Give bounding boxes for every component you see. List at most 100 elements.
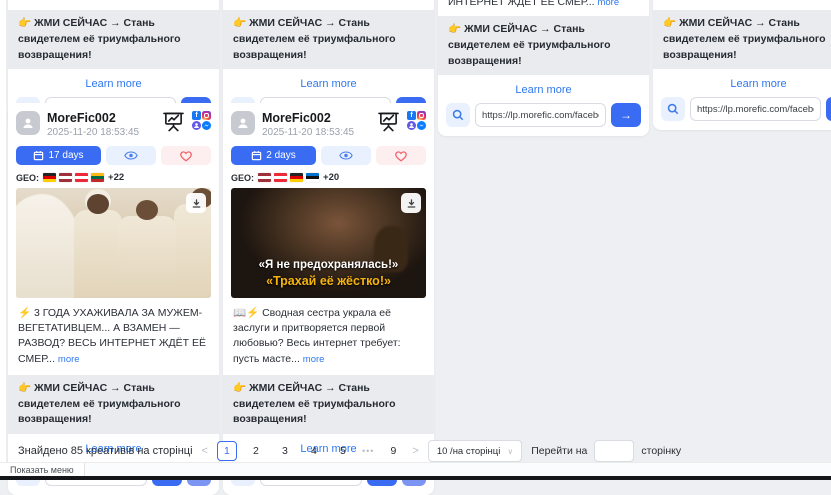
open-url-button[interactable]: → (826, 97, 831, 121)
more-link[interactable]: more (303, 354, 325, 365)
creative-card-partial: ИНТЕРНЕТ ЖДЁТ ЕЁ СМЕР... more 👉ЖМИ СЕЙЧА… (438, 0, 649, 136)
heart-icon (179, 150, 193, 162)
prev-page-button[interactable]: < (202, 445, 208, 457)
more-link[interactable]: more (58, 354, 80, 365)
url-row: → (438, 103, 649, 127)
views-button[interactable] (321, 146, 371, 165)
favorite-button[interactable] (161, 146, 211, 165)
card-header: MoreFic002 2025-11-20 18:53:45 f (223, 103, 434, 138)
chevron-down-icon: ∨ (507, 447, 513, 456)
geo-label: GEO: (231, 173, 254, 183)
page-number-1[interactable]: 1 (217, 441, 237, 461)
search-icon (667, 103, 679, 115)
geo-row: GEO: +22 (8, 172, 219, 183)
action-buttons: 17 days (8, 146, 219, 165)
search-button[interactable] (661, 97, 685, 121)
days-active-button[interactable]: 17 days (16, 146, 101, 165)
instagram-icon (417, 111, 426, 120)
url-input[interactable] (475, 103, 606, 127)
heart-icon (394, 150, 408, 162)
pointing-hand-icon: 👉 (448, 23, 461, 35)
collapsed-sidebar (0, 0, 6, 476)
figure-shape (118, 216, 176, 298)
show-menu-button[interactable]: Показать меню (0, 463, 85, 476)
geo-more-count[interactable]: +22 (108, 172, 124, 183)
advertiser-name[interactable]: MoreFic002 (47, 111, 162, 125)
ad-banner: 👉ЖМИ СЕЙЧАС → Стань свидетелем её триумф… (8, 375, 219, 434)
clipped-text: ИНТЕРНЕТ ЖДЁТ ЕЁ СМЕР... (448, 0, 595, 8)
arrow-right-icon: → (620, 108, 632, 122)
messenger-icon (417, 121, 426, 130)
figure-shape (74, 210, 122, 298)
days-label: 2 days (266, 150, 295, 161)
creative-image[interactable] (16, 188, 211, 298)
open-url-button[interactable]: → (611, 103, 641, 127)
ad-banner: 👉ЖМИ СЕЙЧАС → Стань свидетелем её триумф… (223, 375, 434, 434)
ad-body-text: 📖⚡ Сводная сестра украла её заслуги и пр… (223, 298, 434, 367)
figure-shape (174, 204, 211, 298)
action-buttons: 2 days (223, 146, 434, 165)
search-button[interactable] (446, 103, 470, 127)
avatar (16, 111, 40, 135)
creative-datetime: 2025-11-20 18:53:45 (47, 127, 162, 138)
advertiser-info: MoreFic002 2025-11-20 18:53:45 (262, 111, 377, 138)
audience-badge-icon (192, 121, 201, 130)
person-icon (21, 116, 35, 130)
page-number-5[interactable]: 5 (333, 441, 353, 461)
banner-text: ЖМИ СЕЙЧАС → Стань свидетелем её триумфа… (663, 17, 826, 61)
overlay-line-1: «Я не предохранялась!» (231, 258, 426, 274)
creative-datetime: 2025-11-20 18:53:45 (262, 127, 377, 138)
download-image-button[interactable] (186, 193, 206, 213)
page-number-4[interactable]: 4 (304, 441, 324, 461)
pointing-hand-icon: 👉 (18, 382, 31, 394)
page-number-3[interactable]: 3 (275, 441, 295, 461)
goto-page: Перейти на сторінку (531, 440, 681, 462)
page-number-9[interactable]: 9 (383, 441, 403, 461)
pointing-hand-icon: 👉 (663, 17, 676, 29)
goto-page-input[interactable] (594, 440, 634, 462)
next-page-button[interactable]: > (412, 445, 418, 457)
analytics-board-icon[interactable] (162, 111, 185, 132)
placement-icons: f (192, 111, 211, 130)
facebook-icon: f (192, 111, 201, 120)
ad-banner: 👉ЖМИ СЕЙЧАС → Стань свидетелем её триумф… (438, 16, 649, 75)
views-button[interactable] (106, 146, 156, 165)
avatar (231, 111, 255, 135)
page-size-value: 10 /на сторінці (437, 446, 501, 457)
banner-text: ЖМИ СЕЙЧАС → Стань свидетелем её триумфа… (18, 17, 181, 61)
download-icon (191, 198, 202, 209)
creative-card-partial: 👉ЖМИ СЕЙЧАС → Стань свидетелем её триумф… (653, 0, 831, 130)
learn-more-link[interactable]: Learn more (653, 78, 831, 90)
card-header: MoreFic002 2025-11-20 18:53:45 f (8, 103, 219, 138)
learn-more-link[interactable]: Learn more (223, 78, 434, 90)
banner-text: ЖМИ СЕЙЧАС → Стань свидетелем её триумфа… (233, 17, 396, 61)
advertiser-name[interactable]: MoreFic002 (262, 111, 377, 125)
eye-icon (339, 151, 353, 160)
banner-text: ЖМИ СЕЙЧАС → Стань свидетелем её триумфа… (448, 23, 611, 67)
image-overlay-text: «Я не предохранялась!» «Трахай её жёстко… (231, 258, 426, 290)
page-ellipsis[interactable]: ••• (362, 446, 374, 456)
learn-more-link[interactable]: Learn more (438, 84, 649, 96)
more-link[interactable]: more (597, 0, 619, 8)
geo-flags (258, 173, 319, 182)
download-image-button[interactable] (401, 193, 421, 213)
creative-card: MoreFic002 2025-11-20 18:53:45 f 2 days … (223, 103, 434, 495)
facebook-icon: f (407, 111, 416, 120)
analytics-board-icon[interactable] (377, 111, 400, 132)
creative-image[interactable]: «Я не предохранялась!» «Трахай её жёстко… (231, 188, 426, 298)
page-number-2[interactable]: 2 (246, 441, 266, 461)
geo-more-count[interactable]: +20 (323, 172, 339, 183)
ad-banner: 👉ЖМИ СЕЙЧАС → Стань свидетелем её триумф… (223, 10, 434, 69)
url-input[interactable] (690, 97, 821, 121)
pointing-hand-icon: 👉 (18, 17, 31, 29)
header-icons: f (377, 111, 426, 132)
results-summary: Знайдено 85 креативів на сторінці (18, 445, 193, 457)
banner-text: ЖМИ СЕЙЧАС → Стань свидетелем её триумфа… (233, 382, 396, 426)
instagram-icon (202, 111, 211, 120)
days-active-button[interactable]: 2 days (231, 146, 316, 165)
favorite-button[interactable] (376, 146, 426, 165)
eye-icon (124, 151, 138, 160)
page-size-select[interactable]: 10 /на сторінці ∨ (428, 440, 522, 462)
learn-more-link[interactable]: Learn more (8, 78, 219, 90)
body-text: 3 ГОДА УХАЖИВАЛА ЗА МУЖЕМ-ВЕГЕТАТИВЦЕМ..… (18, 307, 206, 365)
